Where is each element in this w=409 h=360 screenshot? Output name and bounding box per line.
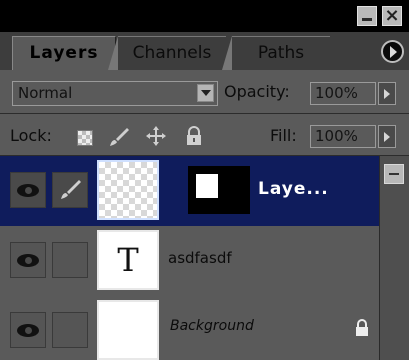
tab-paths[interactable]: Paths: [222, 36, 330, 70]
fill-field[interactable]: 100%: [310, 125, 376, 148]
opacity-label: Opacity:: [224, 82, 290, 101]
link-toggle[interactable]: [52, 312, 88, 348]
fill-label: Fill:: [270, 126, 297, 145]
layer-name[interactable]: asdfasdf: [168, 249, 232, 267]
scrollbar[interactable]: [379, 156, 409, 360]
brush-icon: [61, 180, 81, 199]
eye-icon: [17, 184, 39, 197]
layer-row[interactable]: T asdfasdf: [0, 226, 379, 297]
blend-mode-select[interactable]: Normal: [12, 81, 218, 106]
tab-bar: Layers Channels Paths: [0, 32, 409, 70]
brush-indicator[interactable]: [52, 172, 88, 208]
lock-transparency-icon[interactable]: [77, 130, 93, 146]
lock-icon: [354, 318, 370, 338]
opacity-field[interactable]: 100%: [310, 82, 376, 105]
text-layer-thumbnail[interactable]: T: [97, 230, 159, 290]
layer-mask-thumbnail[interactable]: [188, 166, 250, 214]
visibility-toggle[interactable]: [10, 172, 46, 208]
fill-slider-button[interactable]: [378, 125, 396, 148]
layer-row[interactable]: Laye...: [0, 156, 379, 227]
minimize-icon[interactable]: [357, 6, 377, 26]
visibility-toggle[interactable]: [10, 312, 46, 348]
layers-panel: × Layers Channels Paths Normal Opacity: …: [0, 0, 409, 360]
opacity-slider-button[interactable]: [378, 82, 396, 105]
layer-thumbnail[interactable]: [97, 300, 159, 360]
lock-icon[interactable]: [183, 125, 205, 147]
layer-thumbnail[interactable]: [97, 160, 159, 220]
eye-icon: [17, 324, 39, 337]
blend-mode-value: Normal: [18, 84, 73, 102]
layer-name[interactable]: Background: [170, 318, 254, 334]
panel-menu-icon[interactable]: [381, 40, 404, 63]
lock-label: Lock:: [10, 126, 52, 145]
link-toggle[interactable]: [52, 242, 88, 278]
move-icon[interactable]: [145, 125, 167, 147]
brush-icon[interactable]: [107, 125, 129, 147]
layer-row[interactable]: Background: [0, 296, 379, 360]
close-icon[interactable]: ×: [382, 6, 402, 26]
tab-channels[interactable]: Channels: [108, 36, 226, 70]
layer-name[interactable]: Laye...: [258, 179, 329, 199]
visibility-toggle[interactable]: [10, 242, 46, 278]
tab-layers[interactable]: Layers: [12, 36, 116, 70]
scroll-button[interactable]: [384, 164, 404, 184]
chevron-down-icon[interactable]: [197, 84, 214, 102]
divider: [0, 113, 409, 114]
eye-icon: [17, 254, 39, 267]
layers-list: Laye... T asdfasdf Background: [0, 156, 409, 360]
panel-title-bar: ×: [0, 0, 409, 32]
